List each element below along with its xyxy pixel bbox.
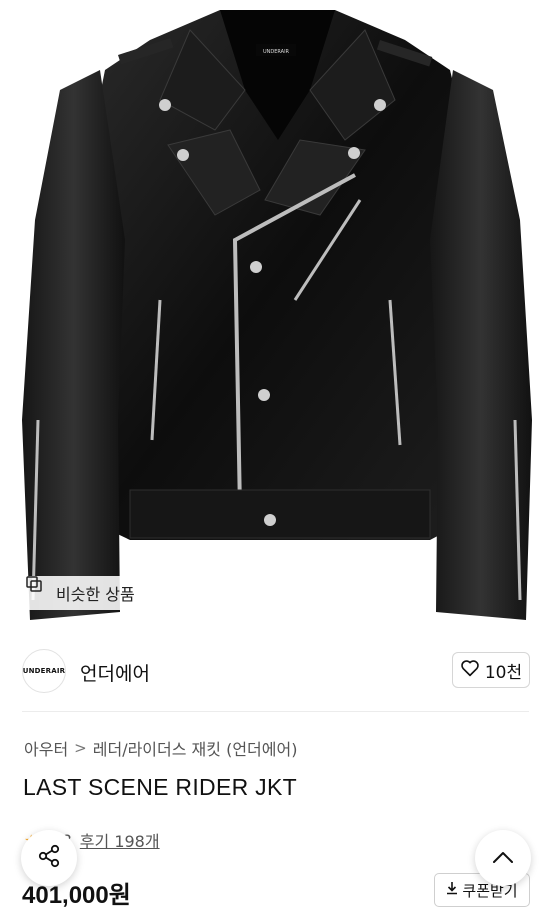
brand-name[interactable]: 언더에어 [80, 659, 150, 686]
leather-jacket-illustration: UNDERAIR [22, 10, 532, 620]
similar-products-button[interactable]: 비슷한 상품 [26, 576, 145, 610]
share-button[interactable] [21, 830, 77, 886]
chevron-up-icon [492, 849, 514, 868]
brand-logo[interactable]: UNDERAIR [22, 649, 66, 693]
product-image[interactable]: UNDERAIR 비슷한 상품 [0, 0, 553, 632]
brand-logo-text: UNDERAIR [22, 667, 66, 675]
brand-row: UNDERAIR 언더에어 10천 [0, 640, 553, 702]
share-icon [36, 843, 62, 873]
scroll-top-button[interactable] [475, 830, 531, 886]
breadcrumb: 아우터 > 레더/라이더스 재킷 (언더에어) [24, 736, 297, 760]
heart-outline-icon [460, 659, 480, 682]
similar-products-label: 비슷한 상품 [56, 585, 135, 604]
breadcrumb-item-leather-rider[interactable]: 레더/라이더스 재킷 (언더에어) [93, 736, 298, 760]
jacket-label: UNDERAIR [263, 49, 290, 55]
divider [22, 711, 529, 712]
breadcrumb-separator: > [74, 739, 87, 757]
product-title: LAST SCENE RIDER JKT [23, 774, 297, 800]
review-count-link[interactable]: 후기 198개 [80, 828, 160, 852]
download-icon [446, 881, 458, 899]
breadcrumb-item-outer[interactable]: 아우터 [24, 736, 68, 760]
like-count: 10천 [484, 662, 523, 683]
like-button[interactable]: 10천 [452, 652, 530, 688]
similar-items-icon [26, 576, 50, 601]
